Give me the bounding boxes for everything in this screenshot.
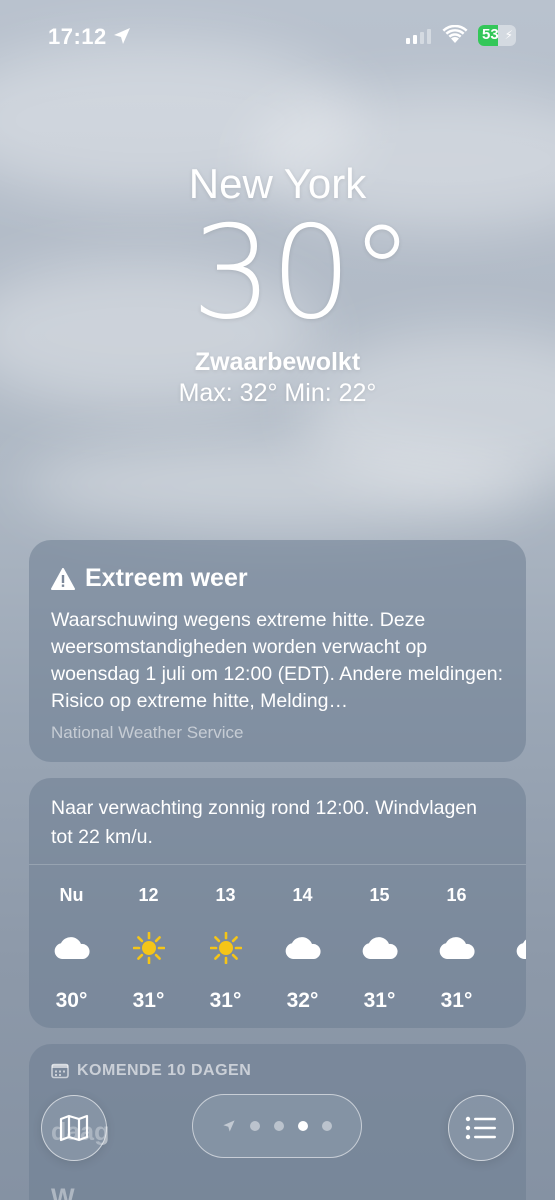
hour-temperature: 32° <box>286 989 319 1012</box>
list-icon <box>465 1116 496 1140</box>
hourly-forecast-card[interactable]: Naar verwachting zonnig rond 12:00. Wind… <box>29 778 526 1028</box>
cloud-icon <box>33 910 110 986</box>
cloud-icon <box>341 910 418 986</box>
ten-day-row-partial: W <box>51 1184 75 1200</box>
sun-icon <box>110 910 187 986</box>
alert-title: Extreem weer <box>85 564 248 592</box>
alert-title-row: Extreem weer <box>51 564 504 593</box>
hour-temperature: 31° <box>209 989 242 1012</box>
hour-label: 1 <box>495 880 526 910</box>
hour-column: 12 31° <box>110 880 187 1016</box>
wifi-icon <box>442 25 468 43</box>
alert-body: Waarschuwing wegens extreme hitte. Deze … <box>51 609 504 712</box>
hourly-forecast-row[interactable]: Nu30°1231°1331°1432°1531°1631°13 <box>29 880 526 1016</box>
ten-day-heading: KOMENDE 10 DAGEN <box>77 1062 252 1079</box>
hour-column: 13 31° <box>187 880 264 1016</box>
hour-label: 15 <box>369 885 390 905</box>
hour-label: 14 <box>292 885 313 905</box>
hour-temperature: 31° <box>132 989 165 1012</box>
hour-column: Nu 30° <box>33 880 110 1016</box>
hour-temperature: 30° <box>55 989 88 1012</box>
alert-source: National Weather Service <box>51 723 244 742</box>
warning-triangle-icon <box>51 567 75 590</box>
severe-weather-alert-card[interactable]: Extreem weer Waarschuwing wegens extreme… <box>29 540 526 762</box>
map-icon <box>59 1114 89 1142</box>
hour-temperature: 31° <box>363 989 396 1012</box>
weather-header: New York 30° Zwaarbewolkt Max: 32° Min: … <box>0 160 555 408</box>
page-dot[interactable] <box>274 1121 284 1131</box>
ten-day-heading-row: KOMENDE 10 DAGEN <box>29 1044 526 1098</box>
hour-label: 13 <box>215 885 236 905</box>
status-bar: 17:12 53 ⚡ <box>0 0 555 70</box>
hour-column: 16 31° <box>418 880 495 1016</box>
calendar-icon <box>51 1063 69 1079</box>
cellular-signal-icon <box>406 28 431 44</box>
hour-column: 15 31° <box>341 880 418 1016</box>
page-dots <box>250 1121 332 1131</box>
hourly-summary: Naar verwachting zonnig rond 12:00. Wind… <box>29 778 526 865</box>
cloud-icon <box>264 910 341 986</box>
hour-temperature: 3 <box>495 986 526 1016</box>
battery-level: 53 <box>482 26 499 43</box>
page-dot[interactable] <box>250 1121 260 1131</box>
charging-bolt-icon: ⚡ <box>504 28 513 42</box>
cloud-icon <box>418 910 495 986</box>
hour-label: 12 <box>138 885 159 905</box>
hour-label: 16 <box>446 885 467 905</box>
hour-temperature: 31° <box>440 989 473 1012</box>
weather-condition: Zwaarbewolkt <box>194 348 361 376</box>
battery-icon: 53 ⚡ <box>478 25 516 46</box>
sun-icon <box>187 910 264 986</box>
hour-column: 13 <box>495 880 526 1016</box>
map-button[interactable] <box>41 1095 107 1161</box>
high-low-temperature: Max: 32° Min: 22° <box>178 379 377 407</box>
hour-column: 14 32° <box>264 880 341 1016</box>
hour-label: Nu <box>59 885 84 905</box>
location-arrow-icon <box>114 28 130 44</box>
page-dot[interactable] <box>322 1121 332 1131</box>
current-temperature: 30° <box>191 199 414 348</box>
location-pager[interactable] <box>192 1094 362 1158</box>
page-dot[interactable] <box>298 1121 308 1131</box>
current-location-icon <box>223 1120 235 1132</box>
status-time: 17:12 <box>48 24 107 49</box>
city-list-button[interactable] <box>448 1095 514 1161</box>
cloud-icon <box>495 910 526 986</box>
